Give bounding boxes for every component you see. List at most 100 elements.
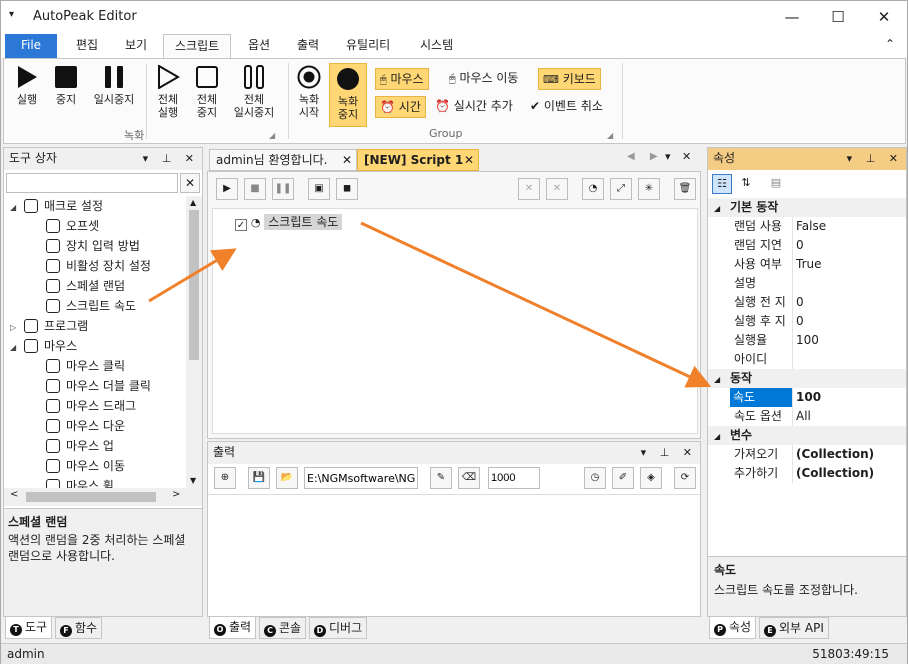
property-category[interactable]: ◢ 동작	[708, 369, 906, 388]
toolbox-item[interactable]: 마우스 더블 클릭	[46, 376, 151, 396]
toolbox-vertical-scrollbar[interactable]: ▲ ▼	[186, 196, 202, 488]
property-row[interactable]: 실행 후 지 0	[708, 312, 906, 331]
editor-pause-button[interactable]: ❚❚	[272, 178, 294, 200]
property-value[interactable]: 0	[792, 236, 804, 255]
group-dialog-launcher-icon[interactable]: ◢	[607, 131, 613, 140]
script-node[interactable]: ✓ ◔ 스크립트 속도	[235, 213, 343, 231]
fill-button[interactable]: ◈	[640, 467, 662, 489]
category-collapse-icon[interactable]: ◢	[708, 427, 730, 446]
toolbox-item[interactable]: 마우스 이동	[46, 456, 125, 476]
property-value[interactable]	[792, 350, 796, 369]
tab-edit[interactable]: 편집	[65, 34, 109, 58]
toolbox-header-buttons[interactable]: ▾ ⊥ ✕	[143, 148, 199, 170]
tab-external-api[interactable]: E 외부 API	[759, 617, 829, 639]
toolbox-item[interactable]: 스크립트 속도	[46, 296, 136, 316]
erase-button[interactable]: ⌫	[458, 467, 480, 489]
tab-file[interactable]: File	[5, 34, 57, 58]
system-menu-icon[interactable]: ▾	[9, 9, 14, 20]
tab-script-1[interactable]: [NEW] Script 1 ✕	[357, 149, 479, 171]
toolbox-search-input[interactable]	[6, 173, 178, 193]
record-stop-button[interactable]: 녹화 중지	[329, 63, 367, 127]
scrollbar-thumb[interactable]	[189, 210, 199, 360]
editor-run-button[interactable]: ▶	[216, 178, 238, 200]
filter-button[interactable]: ✎	[430, 467, 452, 489]
categorized-view-icon[interactable]: ☷	[712, 174, 732, 194]
pause-all-button[interactable]: 전체 일시중지	[226, 61, 282, 125]
record-start-button[interactable]: 녹화 시작	[292, 61, 326, 125]
toolbox-horizontal-scrollbar[interactable]: < >	[4, 488, 202, 506]
refresh-button[interactable]: ⟳	[674, 467, 696, 489]
tab-console[interactable]: C 콘솔	[259, 617, 307, 639]
tree-expander-icon[interactable]: ◢	[10, 198, 24, 218]
tab-script[interactable]: 스크립트	[163, 34, 232, 58]
tree-expander-icon[interactable]: ◢	[10, 338, 24, 358]
property-row[interactable]: 사용 여부 True	[708, 255, 906, 274]
pause-button[interactable]: 일시중지	[86, 61, 142, 125]
stop-all-button[interactable]: 전체 중지	[190, 61, 224, 125]
log-path-input[interactable]	[304, 467, 418, 489]
property-row[interactable]: 속도 옵션 All	[708, 407, 906, 426]
new-log-button[interactable]: ⊕	[214, 467, 236, 489]
tab-utility[interactable]: 유틸리티	[335, 34, 401, 58]
property-value[interactable]: False	[792, 217, 826, 236]
disable-button[interactable]: ✕	[518, 178, 540, 200]
category-collapse-icon[interactable]: ◢	[708, 199, 730, 218]
color-brush-button[interactable]: ✐	[612, 467, 634, 489]
property-row[interactable]: 추가하기 (Collection)	[708, 464, 906, 483]
run-to-end-button[interactable]: ◼	[336, 178, 358, 200]
tab-strip-buttons[interactable]: ▾ ✕	[665, 150, 695, 163]
group-dialog-launcher-icon[interactable]: ◢	[269, 131, 275, 140]
property-row[interactable]: 설명	[708, 274, 906, 293]
property-value[interactable]: 100	[792, 388, 821, 407]
expand-all-button[interactable]: ⤢	[610, 178, 632, 200]
run-all-button[interactable]: 전체 실행	[150, 61, 186, 125]
close-tab-icon[interactable]: ✕	[464, 150, 474, 170]
scroll-down-icon[interactable]: ▼	[190, 476, 196, 485]
tab-output[interactable]: 출력	[286, 34, 330, 58]
toolbox-item[interactable]: 마우스 드래그	[46, 396, 136, 416]
category-collapse-icon[interactable]: ◢	[708, 370, 730, 389]
property-value[interactable]	[792, 274, 796, 293]
enable-button[interactable]: ✕	[546, 178, 568, 200]
property-row[interactable]: 실행율 100	[708, 331, 906, 350]
node-checkbox[interactable]: ✓	[235, 219, 247, 231]
clear-search-button[interactable]: ✕	[180, 173, 200, 193]
tab-functions[interactable]: F 함수	[55, 617, 103, 639]
max-lines-input[interactable]	[488, 467, 540, 489]
tab-welcome[interactable]: admin님 환영합니다. ✕	[209, 149, 357, 171]
properties-header-buttons[interactable]: ▾ ⊥ ✕	[847, 148, 903, 170]
scroll-up-icon[interactable]: ▲	[190, 198, 196, 207]
tab-view[interactable]: 보기	[114, 34, 158, 58]
property-row[interactable]: 랜덤 지연 0	[708, 236, 906, 255]
toolbox-item[interactable]: ◢ 마우스	[10, 336, 77, 356]
editor-stop-button[interactable]: ■	[244, 178, 266, 200]
time-record-toggle[interactable]: ⏰ 시간	[375, 96, 426, 118]
property-value[interactable]: True	[792, 255, 822, 274]
tab-debug[interactable]: D 디버그	[309, 617, 368, 639]
property-row[interactable]: 속도 100	[708, 388, 906, 407]
toolbox-item[interactable]: 오프셋	[46, 216, 99, 236]
property-row[interactable]: 아이디	[708, 350, 906, 369]
tree-expander-icon[interactable]: ▷	[10, 318, 24, 338]
property-value[interactable]: (Collection)	[792, 445, 874, 464]
property-row[interactable]: 실행 전 지 0	[708, 293, 906, 312]
realtime-add-toggle[interactable]: ⏰ 실시간 추가	[431, 96, 517, 118]
mouse-record-toggle[interactable]: 🖱 마우스	[375, 68, 429, 90]
close-tab-icon[interactable]: ✕	[342, 150, 352, 170]
keyboard-record-toggle[interactable]: ⌨ 키보드	[538, 68, 601, 90]
toolbox-item[interactable]: 스페셜 랜덤	[46, 276, 125, 296]
property-value[interactable]: 0	[792, 293, 804, 312]
toolbox-item[interactable]: 장치 입력 방법	[46, 236, 140, 256]
tab-toolbox[interactable]: T 도구	[5, 617, 53, 639]
collapse-all-button[interactable]: ✳	[638, 178, 660, 200]
toolbox-item[interactable]: ▷ 프로그램	[10, 316, 88, 336]
tab-scroll-icons[interactable]: ◀ ▶	[627, 151, 664, 162]
toolbox-item[interactable]: 마우스 업	[46, 436, 114, 456]
property-value[interactable]: 100	[792, 331, 819, 350]
history-button[interactable]: ◔	[582, 178, 604, 200]
save-log-button[interactable]: 💾	[248, 467, 270, 489]
tab-system[interactable]: 시스템	[409, 34, 464, 58]
scroll-left-icon[interactable]: <	[10, 489, 18, 500]
run-selected-button[interactable]: ▣	[308, 178, 330, 200]
output-log-area[interactable]	[208, 494, 700, 616]
